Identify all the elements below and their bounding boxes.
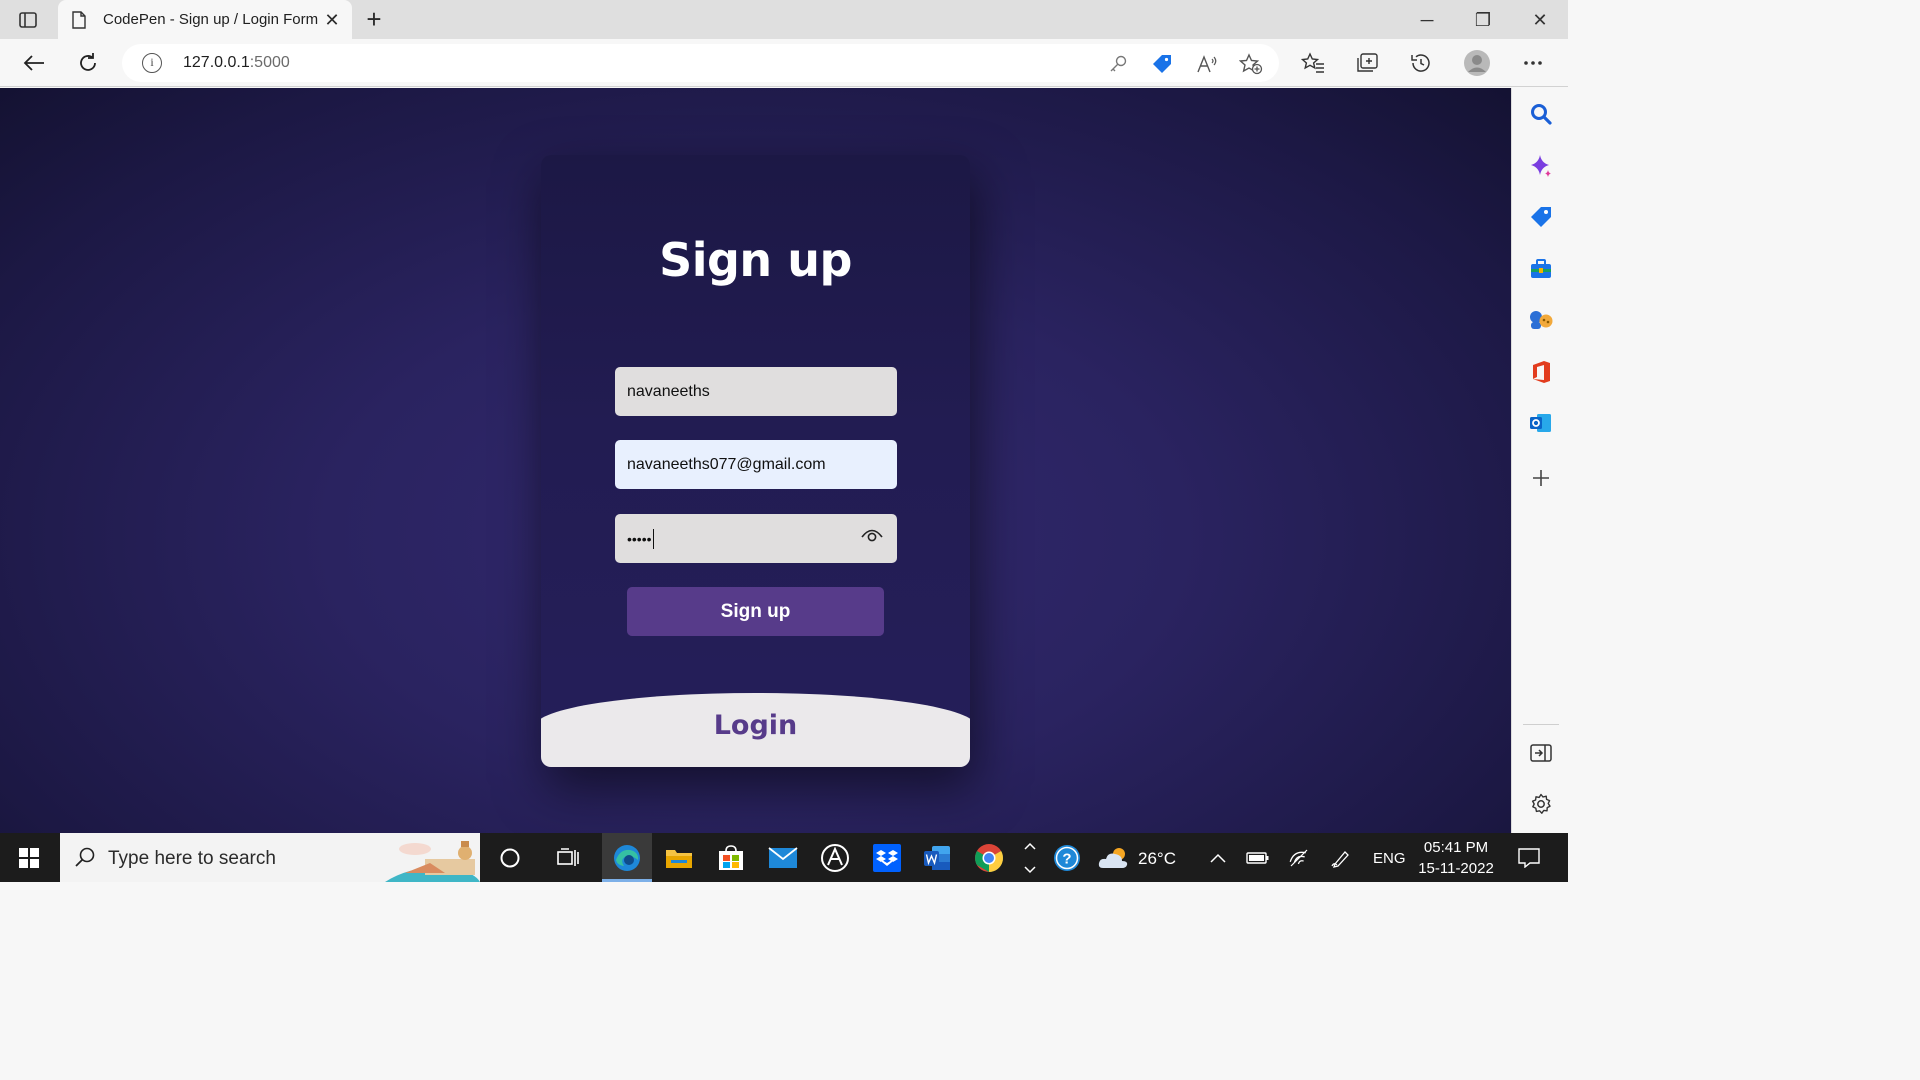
discover-sparkle-icon[interactable] — [1528, 153, 1554, 179]
chrome-icon[interactable] — [966, 833, 1012, 882]
language-indicator[interactable]: ENG — [1373, 850, 1406, 867]
url-port: :5000 — [249, 54, 290, 71]
taskbar-search-box[interactable]: Type here to search — [60, 833, 480, 882]
microsoft-store-icon[interactable] — [708, 833, 754, 882]
hide-sidebar-icon[interactable] — [1528, 740, 1554, 766]
login-heading[interactable]: Login — [541, 710, 970, 741]
minimize-button[interactable]: ─ — [1415, 8, 1439, 32]
active-tab[interactable]: CodePen - Sign up / Login Form ✕ — [58, 0, 352, 39]
restore-button[interactable]: ❐ — [1471, 8, 1495, 32]
password-mask: ••••• — [627, 530, 652, 547]
clock-time: 05:41 PM — [1423, 839, 1489, 856]
mail-icon[interactable] — [760, 833, 806, 882]
office-icon[interactable] — [1528, 359, 1554, 385]
cortana-circle-icon[interactable] — [488, 833, 532, 882]
pen-icon[interactable] — [1328, 833, 1354, 882]
history-icon[interactable] — [1407, 49, 1435, 77]
dropbox-icon[interactable] — [864, 833, 910, 882]
close-window-button[interactable]: ✕ — [1528, 8, 1552, 32]
search-magnifier-icon — [74, 846, 96, 873]
email-input[interactable]: navaneeths077@gmail.com — [615, 440, 897, 489]
signup-heading[interactable]: Sign up — [541, 233, 970, 287]
coupon-tag-icon[interactable] — [1150, 52, 1174, 76]
windows-taskbar: Type here to search ? 26°C ENG 05:41 PM … — [0, 833, 1568, 882]
text-caret — [652, 528, 654, 549]
eye-icon[interactable] — [861, 527, 883, 548]
email-value: navaneeths077@gmail.com — [627, 455, 826, 473]
refresh-icon[interactable] — [74, 49, 102, 77]
word-icon[interactable] — [914, 833, 960, 882]
wifi-icon[interactable] — [1286, 833, 1312, 882]
url-host: 127.0.0.1 — [183, 54, 250, 71]
weather-temp[interactable]: 26°C — [1138, 849, 1176, 869]
browser-toolbar: i 127.0.0.1:5000 — [0, 39, 1568, 87]
password-input[interactable]: ••••• — [615, 514, 897, 563]
battery-icon[interactable] — [1244, 833, 1272, 882]
shopping-tag-icon[interactable] — [1528, 204, 1554, 230]
edge-sidebar — [1511, 88, 1568, 833]
page-icon — [72, 11, 86, 34]
add-favorite-icon[interactable] — [1239, 52, 1263, 76]
tools-briefcase-icon[interactable] — [1528, 256, 1554, 282]
search-highlight-illustration-icon — [385, 833, 480, 882]
collections-icon[interactable] — [1353, 49, 1381, 77]
task-view-icon[interactable] — [546, 833, 590, 882]
sidebar-divider — [1523, 724, 1559, 725]
search-placeholder: Type here to search — [108, 848, 276, 869]
show-hidden-icons-chevron-icon[interactable] — [1206, 833, 1230, 882]
close-tab-icon[interactable]: ✕ — [322, 10, 342, 30]
add-plus-icon[interactable] — [1528, 465, 1554, 491]
tab-strip: CodePen - Sign up / Login Form ✕ + ─ ❐ ✕ — [0, 0, 1568, 39]
username-input[interactable]: navaneeths — [615, 367, 897, 416]
search-icon[interactable] — [1528, 101, 1554, 127]
windows-start-icon[interactable] — [0, 833, 58, 882]
favorites-icon[interactable] — [1299, 49, 1327, 77]
edge-browser-icon[interactable] — [604, 833, 650, 882]
url-text[interactable]: 127.0.0.1:5000 — [183, 54, 290, 72]
signup-button[interactable]: Sign up — [627, 587, 884, 636]
app-logo-icon[interactable] — [812, 833, 858, 882]
clock-date: 15-11-2022 — [1418, 860, 1494, 877]
tab-title: CodePen - Sign up / Login Form — [103, 11, 319, 28]
page-viewport: Sign up navaneeths navaneeths077@gmail.c… — [0, 88, 1511, 833]
taskbar-scroll-icon[interactable] — [1018, 833, 1042, 882]
help-icon[interactable]: ? — [1046, 833, 1088, 882]
weather-cloud-icon[interactable] — [1096, 833, 1132, 882]
tab-actions-icon[interactable] — [14, 8, 42, 32]
signup-login-card: Sign up navaneeths navaneeths077@gmail.c… — [541, 155, 970, 767]
settings-gear-icon[interactable] — [1528, 791, 1554, 817]
notifications-icon[interactable] — [1512, 833, 1546, 882]
outlook-icon[interactable] — [1528, 410, 1554, 436]
site-info-icon[interactable]: i — [142, 53, 162, 73]
username-value: navaneeths — [627, 382, 710, 400]
clock[interactable]: 05:41 PM 15-11-2022 — [1410, 837, 1502, 879]
file-explorer-icon[interactable] — [656, 833, 702, 882]
more-menu-icon[interactable] — [1519, 49, 1547, 77]
profile-avatar-icon[interactable] — [1463, 49, 1491, 77]
svg-text:?: ? — [1062, 850, 1071, 867]
read-aloud-icon[interactable] — [1195, 52, 1219, 76]
address-bar[interactable]: i 127.0.0.1:5000 — [122, 44, 1279, 82]
back-arrow-icon[interactable] — [20, 49, 48, 77]
key-icon[interactable] — [1106, 52, 1130, 76]
games-icon[interactable] — [1528, 307, 1554, 333]
new-tab-button[interactable]: + — [362, 6, 386, 32]
